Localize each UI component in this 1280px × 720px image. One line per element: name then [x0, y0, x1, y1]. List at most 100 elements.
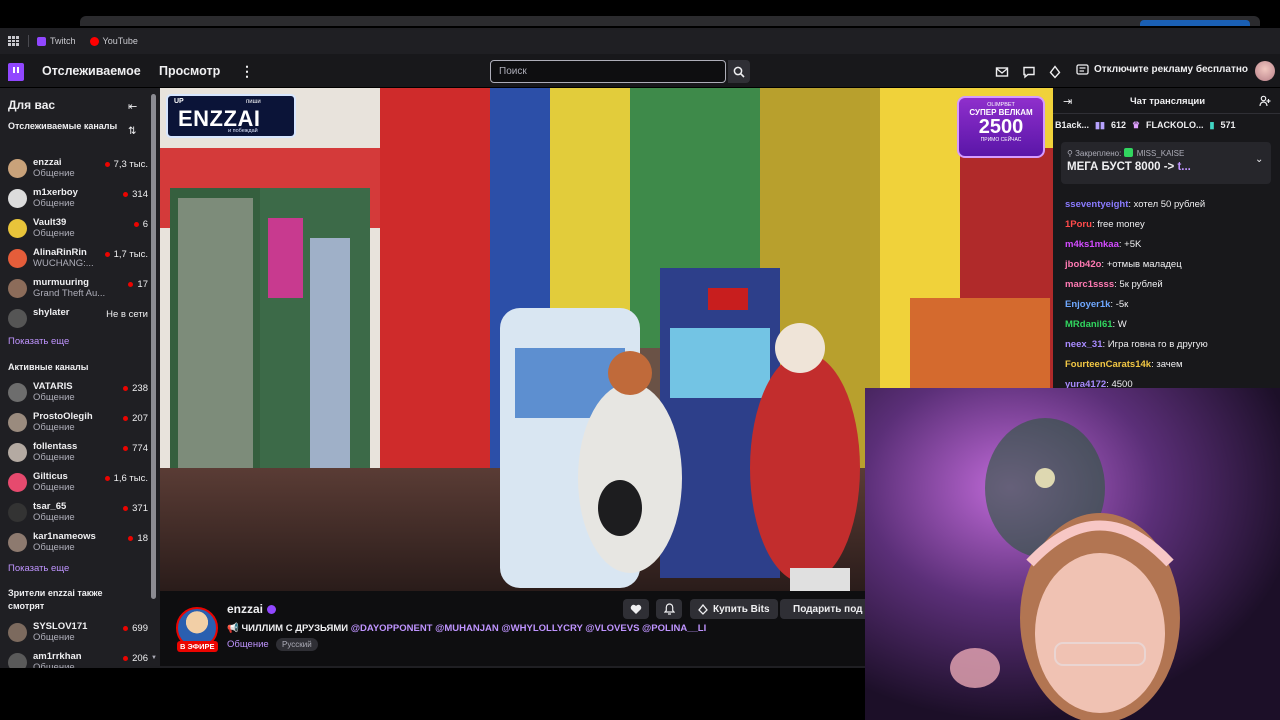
channel-name: VATARIS: [33, 381, 73, 392]
pinned-text-row: МЕГА БУСТ 8000 -> t...: [1067, 161, 1191, 173]
sidebar-channel[interactable]: am1rrkhan Общение 206: [8, 651, 148, 668]
chat-username[interactable]: 1Poru: [1065, 219, 1092, 230]
chat-username[interactable]: neex_31: [1065, 339, 1103, 350]
sidebar-channel[interactable]: m1xerboy Общение 314: [8, 187, 148, 215]
bell-icon: [663, 603, 675, 615]
sidebar-channel[interactable]: AlinaRinRin WUCHANG:... 1,7 тыс.: [8, 247, 148, 275]
chat-username[interactable]: FourteenCarats14k: [1065, 359, 1151, 370]
follow-button[interactable]: [623, 599, 649, 619]
mention-link[interactable]: @POLINA__LI: [642, 623, 706, 634]
chat-username[interactable]: yura4172: [1065, 379, 1106, 388]
chat-text: free money: [1097, 219, 1145, 230]
more-menu-icon[interactable]: ⋮: [240, 64, 254, 78]
show-more-followed[interactable]: Показать еще: [8, 336, 69, 347]
search-button[interactable]: [728, 60, 750, 83]
bookmark-twitch[interactable]: Twitch: [37, 36, 76, 46]
inbox-icon[interactable]: [995, 65, 1009, 79]
channel-viewers: 18: [128, 533, 148, 544]
sidebar-channel[interactable]: SYSLOV171 Общение 699: [8, 621, 148, 649]
mention-link[interactable]: @WHYLOLLYCRY: [501, 623, 582, 634]
whispers-icon[interactable]: [1022, 65, 1036, 79]
chat-username[interactable]: Enjoyer1k: [1065, 299, 1110, 310]
buy-bits-label: Купить Bits: [713, 603, 770, 615]
chevron-down-icon[interactable]: ⌄: [1255, 154, 1263, 165]
channel-name: follentass: [33, 441, 78, 452]
adfree-button[interactable]: Отключите рекламу бесплатно: [1076, 64, 1248, 75]
channel-viewers: 371: [123, 503, 148, 514]
channel-avatar: [8, 533, 27, 552]
browser-tab[interactable]: [80, 16, 1260, 26]
buy-bits-button[interactable]: Купить Bits: [690, 599, 778, 619]
channel-category: Общение: [33, 198, 75, 209]
collapse-chat-icon[interactable]: ⇥: [1063, 95, 1072, 108]
collapse-sidebar-icon[interactable]: ⇤: [128, 100, 137, 113]
viewer-count: 18: [137, 533, 148, 544]
chat-message: marc1ssss: 5к рублей: [1065, 279, 1163, 290]
pinned-by: MISS_KAISE: [1136, 149, 1185, 158]
chat-title: Чат трансляции: [1130, 96, 1206, 107]
gift-sub-label: Подарить под: [793, 603, 863, 615]
channel-name: ProstoOlegih: [33, 411, 93, 422]
viewer-count: 207: [132, 413, 148, 424]
crown-gem-icon[interactable]: [1048, 65, 1062, 79]
bookmark-label: YouTube: [102, 36, 138, 46]
sidebar-channel[interactable]: Vault39 Общение 6: [8, 217, 148, 245]
chat-text: зачем: [1156, 359, 1183, 370]
sidebar-channel[interactable]: tsar_65 Общение 371: [8, 501, 148, 529]
mention-link[interactable]: @MUHANJAN: [435, 623, 499, 634]
apps-grid-icon[interactable]: [8, 36, 19, 46]
channel-viewers: 1,6 тыс.: [104, 473, 148, 484]
chat-username[interactable]: jbob42o: [1065, 259, 1101, 270]
chat-text: +отмыв маладец: [1106, 259, 1182, 270]
live-dot-icon: [123, 386, 129, 391]
user-avatar[interactable]: [1255, 61, 1275, 81]
scroll-down-icon[interactable]: ▼: [151, 655, 157, 661]
chat-message: MRdanil61: W: [1065, 319, 1127, 330]
gift-sub-button[interactable]: Подарить под: [780, 599, 865, 619]
sidebar-channel[interactable]: VATARIS Общение 238: [8, 381, 148, 409]
viewer-count: 17: [137, 279, 148, 290]
pinned-message[interactable]: ⚲ Закреплено: MISS_KAISE МЕГА БУСТ 8000 …: [1061, 142, 1271, 184]
channel-category: Общение: [33, 168, 75, 179]
sidebar-channel[interactable]: shylater Не в сети: [8, 307, 148, 335]
stream-category[interactable]: Общение: [227, 639, 269, 650]
bookmark-youtube[interactable]: YouTube: [89, 36, 138, 46]
sidebar-channel[interactable]: ProstoOlegih Общение 207: [8, 411, 148, 439]
chat-username[interactable]: m4ks1mkaa: [1065, 239, 1119, 250]
chat-text: хотел 50 рублей: [1133, 199, 1206, 210]
nav-following[interactable]: Отслеживаемое: [42, 64, 141, 78]
chat-username[interactable]: marc1ssss: [1065, 279, 1114, 290]
stream-title: 📢 ЧИЛЛИМ С ДРУЗЬЯМИ @DAYOPPONENT @MUHANJ…: [227, 623, 706, 634]
language-tag[interactable]: Русский: [276, 638, 318, 651]
mention-link[interactable]: @DAYOPPONENT: [351, 623, 433, 634]
leader-value: 571: [1220, 120, 1236, 130]
sidebar-channel[interactable]: follentass Общение 774: [8, 441, 148, 469]
sidebar-channel[interactable]: Gilticus Общение 1,6 тыс.: [8, 471, 148, 499]
chat-username[interactable]: sseventyeight: [1065, 199, 1128, 210]
show-more-active[interactable]: Показать еще: [8, 563, 69, 574]
search-input[interactable]: Поиск: [490, 60, 726, 83]
mention-link[interactable]: @VLOVEVS: [585, 623, 639, 634]
nav-browse[interactable]: Просмотр: [159, 64, 220, 78]
channel-avatar: [8, 383, 27, 402]
community-users-icon[interactable]: [1259, 95, 1271, 107]
chat-username[interactable]: MRdanil61: [1065, 319, 1113, 330]
sidebar-channel[interactable]: kar1nameows Общение 18: [8, 531, 148, 559]
live-dot-icon: [123, 506, 129, 511]
megaphone-icon: 📢: [227, 623, 239, 634]
streamer-name[interactable]: enzzai: [227, 602, 263, 616]
channel-category: Общение: [33, 482, 75, 493]
browser-profile-indicator[interactable]: [1140, 20, 1250, 26]
viewer-count: 371: [132, 503, 148, 514]
channel-viewers: 238: [123, 383, 148, 394]
pinned-link[interactable]: t...: [1177, 161, 1190, 173]
twitch-logo-icon[interactable]: [8, 63, 24, 81]
sidebar-channel[interactable]: enzzai Общение 7,3 тыс.: [8, 157, 148, 185]
notifications-button[interactable]: [656, 599, 682, 619]
sort-icon[interactable]: ⇅: [128, 126, 136, 137]
sidebar-scrollbar[interactable]: [151, 94, 156, 599]
live-dot-icon: [104, 252, 110, 257]
sidebar-channel[interactable]: murmuuring Grand Theft Au... 17: [8, 277, 148, 305]
live-dot-icon: [123, 656, 129, 661]
chat-leaderboard[interactable]: B1ack... ▮▮ 612 ♛ FLACKOLO... ▮ 571: [1053, 116, 1280, 134]
